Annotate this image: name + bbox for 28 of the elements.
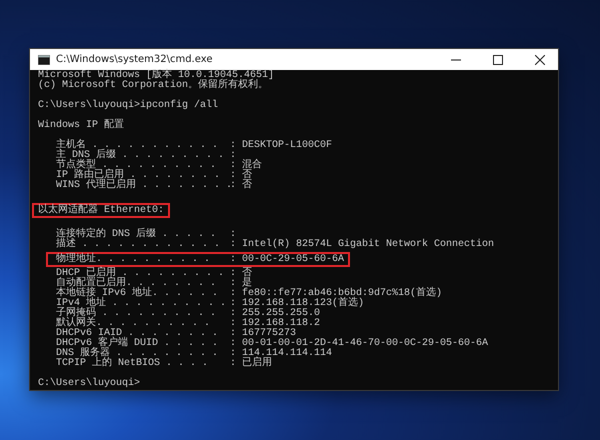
maximize-icon	[493, 54, 503, 64]
console-line: Microsoft Windows [版本 10.0.19045.4651]	[38, 71, 274, 81]
field-value: : 是	[230, 279, 252, 289]
field-value: : 00-0C-29-05-60-6A	[230, 254, 344, 264]
close-icon	[535, 54, 545, 64]
field-value: : 00-01-00-01-2D-41-46-70-00-0C-29-05-60-6A	[230, 339, 488, 349]
console-line: C:\Users\luyouqi>	[38, 379, 140, 389]
terminal-icon	[38, 54, 50, 64]
field-label: TCPIP 上的 NetBIOS . . . .	[56, 359, 210, 369]
console-line: (c) Microsoft Corporation。保留所有权利。	[38, 81, 268, 91]
field-value: :	[230, 151, 236, 161]
field-value: : 否	[230, 181, 252, 191]
field-value: : 192.168.118.2	[230, 319, 320, 329]
field-label: 物理地址. . . . . . . . . .	[56, 254, 212, 264]
field-value: : DESKTOP-L100C0F	[230, 141, 332, 151]
field-value: : 已启用	[230, 359, 272, 369]
field-label: WINS 代理已启用 . . . . . . . .	[56, 181, 230, 191]
field-value: : 192.168.118.123(首选)	[230, 299, 364, 309]
window-title: C:\Windows\system32\cmd.exe	[56, 54, 214, 65]
field-label: 默认网关. . . . . . . . . .	[56, 319, 212, 329]
console-line: Windows IP 配置	[38, 121, 124, 131]
field-value: : 255.255.255.0	[230, 309, 320, 319]
console-line: C:\Users\luyouqi>ipconfig /all	[38, 101, 218, 111]
field-value: : Intel(R) 82574L Gigabit Network Connection	[230, 240, 494, 250]
field-label: 描述 . . . . . . . . . . . .	[56, 240, 222, 250]
field-value: :	[230, 230, 236, 240]
field-value: : 167775273	[230, 329, 296, 339]
field-value: : fe80::fe77:ab46:b6bd:9d7c%18(首选)	[230, 289, 442, 299]
